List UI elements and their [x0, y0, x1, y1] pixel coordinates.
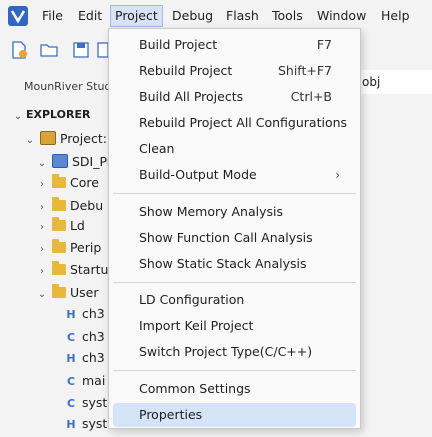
tree-label: ch3 [81, 329, 105, 344]
header-file-icon: H [66, 308, 76, 321]
folder-icon [51, 217, 66, 231]
menu-ld-configuration[interactable]: LD Configuration [113, 288, 356, 312]
header-file-icon: H [66, 418, 76, 431]
menu-label: Build-Output Mode [139, 167, 257, 182]
menu-flash[interactable]: Flash [222, 6, 263, 26]
menu-import-keil-project[interactable]: Import Keil Project [113, 314, 356, 338]
menu-label: Show Function Call Analysis [139, 230, 313, 245]
tree-file[interactable]: H ch3 [64, 346, 105, 370]
tree-folder-ld[interactable]: › Ld [36, 214, 85, 238]
menu-label: Properties [139, 407, 203, 422]
menu-shortcut: Shift+F7 [277, 63, 332, 78]
menu-label: Rebuild Project All Configurations [139, 115, 348, 130]
tree-label: Startu [69, 262, 109, 277]
menu-clean[interactable]: Clean [113, 137, 356, 161]
tree-label: ch3 [81, 350, 105, 365]
menu-label: Show Memory Analysis [139, 204, 284, 219]
tree-label: syst [81, 395, 108, 410]
menu-show-static-stack-analysis[interactable]: Show Static Stack Analysis [113, 252, 356, 276]
menu-show-memory-analysis[interactable]: Show Memory Analysis [113, 200, 356, 224]
menu-label: Import Keil Project [139, 318, 254, 333]
menu-label: Common Settings [139, 381, 251, 396]
menu-build-all-projects[interactable]: Build All Projects Ctrl+B [113, 85, 356, 109]
menu-label: Rebuild Project [139, 63, 233, 78]
folder-icon [51, 174, 66, 188]
header-file-icon: H [66, 352, 76, 365]
project-menu: Build Project F7 Rebuild Project Shift+F… [108, 28, 361, 429]
menu-debug[interactable]: Debug [168, 6, 217, 26]
menu-label: Build All Projects [139, 89, 244, 104]
tree-file[interactable]: C mai [64, 369, 105, 393]
menu-separator [113, 282, 356, 283]
app-logo-icon [8, 6, 28, 26]
project-folder-icon [51, 154, 68, 168]
menu-build-output-mode[interactable]: Build-Output Mode › [113, 163, 356, 187]
menu-label: LD Configuration [139, 292, 245, 307]
tree-label: Debu [69, 198, 104, 213]
project-icon [39, 131, 56, 145]
menu-common-settings[interactable]: Common Settings [113, 377, 356, 401]
tree-label: SDI_Pr [71, 154, 112, 169]
tree-folder-core[interactable]: › Core [36, 171, 99, 195]
tree-file[interactable]: H ch3 [64, 302, 105, 326]
menu-project[interactable]: Project [110, 5, 163, 27]
menu-label: Clean [139, 141, 175, 156]
menu-switch-project-type[interactable]: Switch Project Type(C/C++) [113, 340, 356, 364]
tree-label: ch3 [81, 306, 105, 321]
menu-window[interactable]: Window [313, 6, 370, 26]
save-icon[interactable] [72, 41, 90, 59]
menu-edit[interactable]: Edit [74, 6, 106, 26]
menu-tools[interactable]: Tools [268, 6, 307, 26]
menu-shortcut: Ctrl+B [290, 89, 332, 104]
menu-label: Build Project [139, 37, 218, 52]
menu-properties[interactable]: Properties [113, 403, 356, 427]
chevron-down-icon: ⌄ [25, 135, 35, 146]
tree-label: Ld [69, 218, 85, 233]
open-folder-icon[interactable] [40, 41, 58, 59]
tree-project[interactable]: ⌄ Project: [24, 127, 107, 151]
tree-folder-startup[interactable]: › Startu [36, 258, 108, 282]
explorer-header: EXPLORER [26, 108, 91, 121]
tree-file[interactable]: H syst [64, 412, 107, 436]
tree-label: Perip [69, 240, 102, 255]
folder-icon [51, 239, 66, 253]
tree-label: Core [69, 175, 99, 190]
tree-label: mai [81, 373, 106, 388]
menu-label: Switch Project Type(C/C++) [139, 344, 313, 359]
menu-separator [113, 370, 356, 371]
menu-label: Show Static Stack Analysis [139, 256, 307, 271]
menu-rebuild-project[interactable]: Rebuild Project Shift+F7 [113, 59, 356, 83]
path-field[interactable]: obj [355, 70, 432, 94]
perspective-label[interactable]: MounRiver Studi [24, 80, 114, 93]
tree-label: Project: [59, 131, 107, 146]
menu-rebuild-all-configurations[interactable]: Rebuild Project All Configurations [113, 111, 356, 135]
menu-help[interactable]: Help [377, 6, 414, 26]
menu-build-project[interactable]: Build Project F7 [113, 33, 356, 57]
folder-icon [51, 284, 66, 298]
tree-label: User [69, 285, 99, 300]
explorer-chevron-icon: ⌄ [13, 111, 23, 122]
tree-label: syst [81, 416, 108, 431]
tree-folder-peripheral[interactable]: › Perip [36, 236, 101, 260]
menu-separator [113, 193, 356, 194]
menu-show-function-call-analysis[interactable]: Show Function Call Analysis [113, 226, 356, 250]
folder-icon [51, 261, 66, 275]
menu-file[interactable]: File [38, 6, 67, 26]
submenu-arrow-icon: › [335, 168, 340, 182]
new-file-icon[interactable] [10, 41, 28, 59]
chevron-down-icon: ⌄ [37, 289, 47, 300]
menu-shortcut: F7 [316, 37, 332, 52]
folder-icon [51, 197, 66, 211]
